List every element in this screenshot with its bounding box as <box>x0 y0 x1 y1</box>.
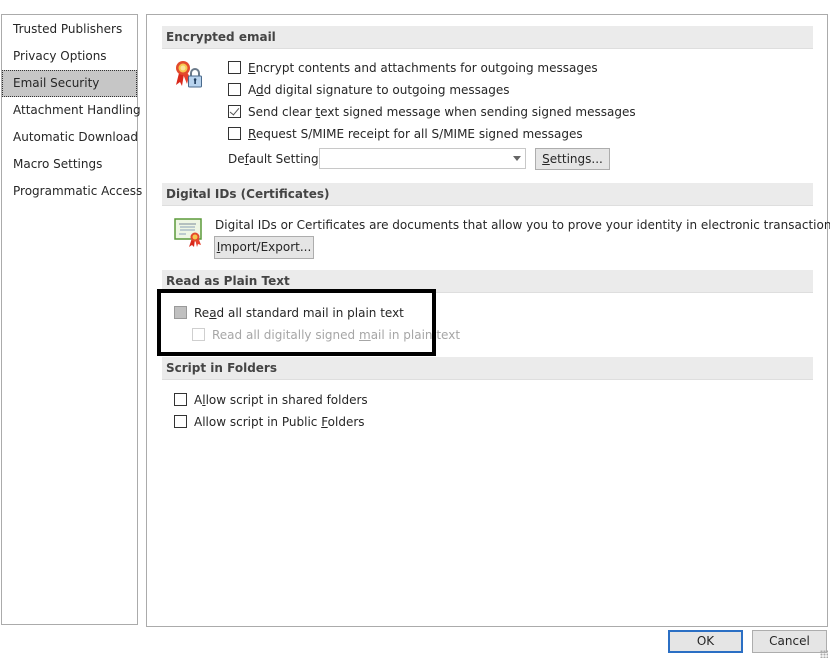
sidebar-item-automatic-download[interactable]: Automatic Download <box>2 124 138 151</box>
accelerator-key: d <box>256 83 264 97</box>
settings-button[interactable]: Settings... <box>535 148 610 170</box>
label-text: ault Setting: <box>248 152 323 166</box>
option-label: d digital signature to outgoing messages <box>263 83 510 97</box>
accelerator-key: R <box>248 127 256 141</box>
allow-script-public-folders-checkbox[interactable] <box>174 415 187 428</box>
settings-panel: Encrypted email Encrypt contents and att… <box>146 14 830 627</box>
encrypt-contents-checkbox[interactable] <box>228 61 241 74</box>
option-label: ncrypt contents and attachments for outg… <box>255 61 598 75</box>
digital-ids-description: Digital IDs or Certificates are document… <box>215 218 830 232</box>
sidebar-item-privacy-options[interactable]: Privacy Options <box>2 43 137 70</box>
read-standard-mail-plain-text-option[interactable]: Read all standard mail in plain text <box>174 303 404 323</box>
ok-button[interactable]: OK <box>668 630 743 653</box>
chevron-down-icon[interactable] <box>513 156 521 161</box>
read-standard-mail-plain-text-checkbox[interactable] <box>174 306 187 319</box>
sidebar-item-trusted-publishers[interactable]: Trusted Publishers <box>2 16 137 43</box>
option-label: Send clear <box>248 105 316 119</box>
option-label: low script in shared folders <box>205 393 368 407</box>
accelerator-key: E <box>248 61 256 75</box>
sidebar-item-macro-settings[interactable]: Macro Settings <box>2 151 137 178</box>
encrypted-email-header: Encrypted email <box>162 26 813 49</box>
allow-script-shared-folders-checkbox[interactable] <box>174 393 187 406</box>
sidebar-item-email-security[interactable]: Email Security <box>2 70 137 97</box>
cancel-button[interactable]: Cancel <box>752 630 827 653</box>
option-label: Read all digitally signed <box>212 328 359 342</box>
send-clear-text-option[interactable]: Send clear text signed message when send… <box>228 102 636 122</box>
default-setting-label: Default Setting: <box>228 149 323 169</box>
add-digital-signature-option[interactable]: Add digital signature to outgoing messag… <box>228 80 510 100</box>
certificate-lock-icon <box>173 59 205 91</box>
option-label: Re <box>194 306 210 320</box>
button-label: mport/Export... <box>220 240 312 254</box>
import-export-button[interactable]: Import/Export... <box>214 236 314 259</box>
read-signed-mail-plain-text-option: Read all digitally signed mail in plain … <box>192 325 460 345</box>
encrypt-contents-option[interactable]: Encrypt contents and attachments for out… <box>228 58 598 78</box>
certificate-icon <box>173 216 205 248</box>
option-label: d all standard mail in plain text <box>216 306 404 320</box>
category-list[interactable]: Trusted Publishers Privacy Options Email… <box>1 14 142 625</box>
sidebar-item-programmatic-access[interactable]: Programmatic Access <box>2 178 142 205</box>
allow-script-shared-folders-option[interactable]: Allow script in shared folders <box>174 390 368 410</box>
label-text: De <box>228 152 245 166</box>
option-label: equest S/MIME receipt for all S/MIME sig… <box>255 127 583 141</box>
default-setting-dropdown[interactable] <box>319 148 526 169</box>
read-as-plain-text-header: Read as Plain Text <box>162 270 813 293</box>
read-signed-mail-plain-text-checkbox <box>192 328 205 341</box>
option-label: A <box>248 83 256 97</box>
option-label: olders <box>327 415 365 429</box>
option-label: ail in plain text <box>370 328 461 342</box>
digital-ids-header: Digital IDs (Certificates) <box>162 183 813 206</box>
accelerator-key: a <box>209 306 217 320</box>
option-label: ext signed message when sending signed m… <box>320 105 636 119</box>
send-clear-text-checkbox[interactable] <box>228 105 241 118</box>
add-digital-signature-checkbox[interactable] <box>228 83 241 96</box>
option-label: A <box>194 393 203 407</box>
request-smime-receipt-option[interactable]: Request S/MIME receipt for all S/MIME si… <box>228 124 583 144</box>
request-smime-receipt-checkbox[interactable] <box>228 127 241 140</box>
sidebar-item-attachment-handling[interactable]: Attachment Handling <box>2 97 141 124</box>
accelerator-key: S <box>542 152 550 166</box>
allow-script-public-folders-option[interactable]: Allow script in Public Folders <box>174 412 365 432</box>
accelerator-key: m <box>358 328 371 342</box>
button-label: ettings... <box>549 152 603 166</box>
option-label: Allow script in Public <box>194 415 322 429</box>
resize-grip-icon[interactable] <box>820 650 828 658</box>
script-in-folders-header: Script in Folders <box>162 357 813 380</box>
